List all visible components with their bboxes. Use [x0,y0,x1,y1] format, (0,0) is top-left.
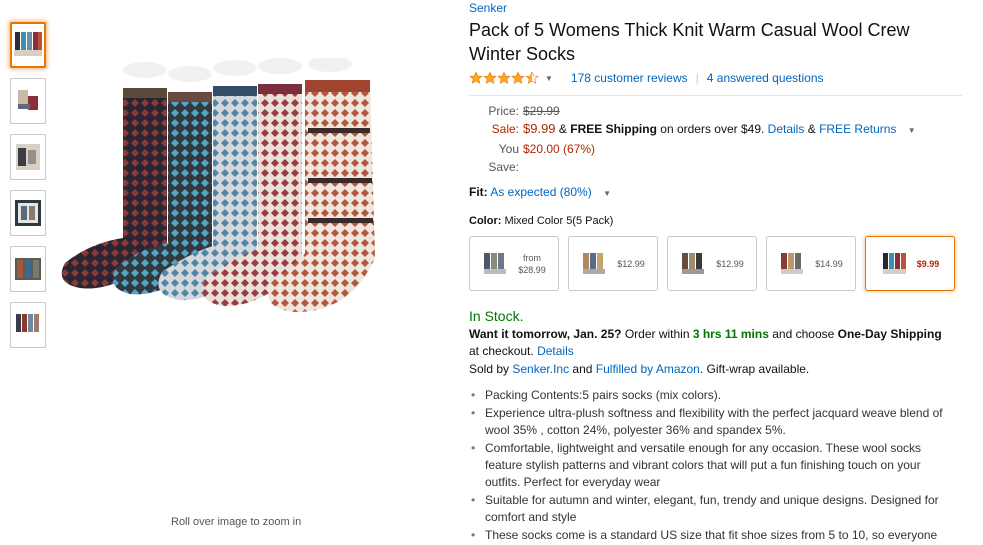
swatch-price-line1: $14.99 [815,258,843,269]
socks-swatch-icon [682,252,705,274]
divider: | [695,71,699,85]
sock-lineup-icon [16,314,39,332]
swatch-price-line1: $12.99 [617,258,645,269]
chevron-down-icon[interactable]: ▼ [603,189,611,198]
feature-bullet: Experience ultra-plush softness and flex… [471,405,959,439]
swatch-price-line1: $12.99 [716,258,744,269]
order-within-text: Order within [624,327,690,341]
divider-line [469,95,962,96]
color-swatches: from $28.99 $12.99 $12.99 $14.99 $9.99 [469,236,969,291]
answered-questions-link[interactable]: 4 answered questions [707,71,824,85]
free-shipping-label: FREE Shipping [570,122,657,136]
sock-package-icon [15,200,41,226]
socks-thumbnail-icon [14,32,42,56]
thumbnail-2[interactable] [10,78,46,124]
price-block: Price: $29.99 Sale: $9.99 & FREE Shippin… [469,102,969,176]
star-icon [469,71,483,84]
swatch-price-line1: from [523,252,541,263]
free-returns-link[interactable]: FREE Returns [819,122,896,136]
list-price-value: $29.99 [523,104,560,118]
thumbnail-4[interactable] [10,190,46,236]
you-save-value: $20.00 (67%) [523,142,596,156]
half-star-icon [525,71,539,84]
rating-row: ▼ 178 customer reviews | 4 answered ques… [469,69,969,87]
fulfilled-by-amazon-link[interactable]: Fulfilled by Amazon [596,362,700,376]
fit-link[interactable]: As expected (80%) [490,185,591,199]
socks-swatch-icon [583,252,606,274]
ampersand: & [558,122,567,136]
at-checkout-text: at checkout. [469,344,534,358]
sock-pile-icon [15,258,41,280]
product-details: Senker Pack of 5 Womens Thick Knit Warm … [469,0,969,545]
and-text: and [572,362,593,376]
star-rating[interactable] [469,71,539,85]
want-it-label: Want it tomorrow, Jan. 25? [469,327,622,341]
color-swatch[interactable]: $14.99 [766,236,856,291]
fit-row: Fit: As expected (80%) ▼ [469,185,969,199]
brand-link[interactable]: Senker [469,1,969,15]
customer-reviews-link[interactable]: 178 customer reviews [571,71,688,85]
list-price-label: Price: [488,104,519,118]
feature-bullet: These socks come is a standard US size t… [471,527,959,545]
feature-bullet: Suitable for autumn and winter, elegant,… [471,492,959,526]
swatch-price-line1: $9.99 [916,258,940,269]
sale-price-value: $9.99 [523,121,556,136]
sock-detail-icon [18,90,38,110]
color-swatch[interactable]: $12.99 [568,236,658,291]
thumbnail-3[interactable] [10,134,46,180]
and-choose-text: and choose [772,327,835,341]
you-save-label: You Save: [488,142,519,174]
seller-link[interactable]: Senker.Inc [512,362,569,376]
sock-closeup-icon [16,144,40,170]
color-row: Color: Mixed Color 5(5 Pack) [469,215,969,227]
feature-bullet: Packing Contents:5 pairs socks (mix colo… [471,387,959,404]
chevron-down-icon[interactable]: ▼ [908,126,916,135]
thumbnail-1[interactable] [10,22,46,68]
zoom-hint: Roll over image to zoom in [171,516,302,528]
swatch-price-line2: $28.99 [518,264,546,275]
shipping-details-link[interactable]: Details [768,122,805,136]
delivery-message: Want it tomorrow, Jan. 25? Order within … [469,326,949,360]
feature-bullets: Packing Contents:5 pairs socks (mix colo… [469,387,959,545]
countdown-time: 3 hrs 11 mins [692,327,769,341]
ampersand: & [807,122,816,136]
thumbnail-5[interactable] [10,246,46,292]
one-day-shipping-label: One-Day Shipping [837,327,942,341]
color-swatch[interactable]: from $28.99 [469,236,559,291]
fit-label: Fit: [469,185,488,199]
star-icon [511,71,525,84]
socks-swatch-icon [781,252,804,274]
delivery-details-link[interactable]: Details [537,344,574,358]
shipping-text: on orders over $49. [660,122,765,136]
product-title: Pack of 5 Womens Thick Knit Warm Casual … [469,20,910,64]
in-stock-status: In Stock. [469,308,524,324]
feature-bullet: Comfortable, lightweight and versatile e… [471,440,959,491]
color-label: Color: [469,215,502,227]
sale-price-label: Sale: [491,122,519,136]
chevron-down-icon[interactable]: ▼ [545,74,553,83]
star-icon [497,71,511,84]
color-value: Mixed Color 5(5 Pack) [504,215,614,227]
color-swatch-selected[interactable]: $9.99 [865,236,955,291]
socks-swatch-icon [484,252,507,274]
thumbnail-list [10,22,46,358]
color-swatch[interactable]: $12.99 [667,236,757,291]
socks-swatch-icon [882,252,906,274]
product-main-image[interactable] [50,58,442,320]
star-icon [483,71,497,84]
thumbnail-6[interactable] [10,302,46,348]
gift-wrap-text: . Gift-wrap available. [699,362,810,376]
sold-by-text: Sold by [469,362,510,376]
sold-by-line: Sold by Senker.Inc and Fulfilled by Amaz… [469,362,969,376]
